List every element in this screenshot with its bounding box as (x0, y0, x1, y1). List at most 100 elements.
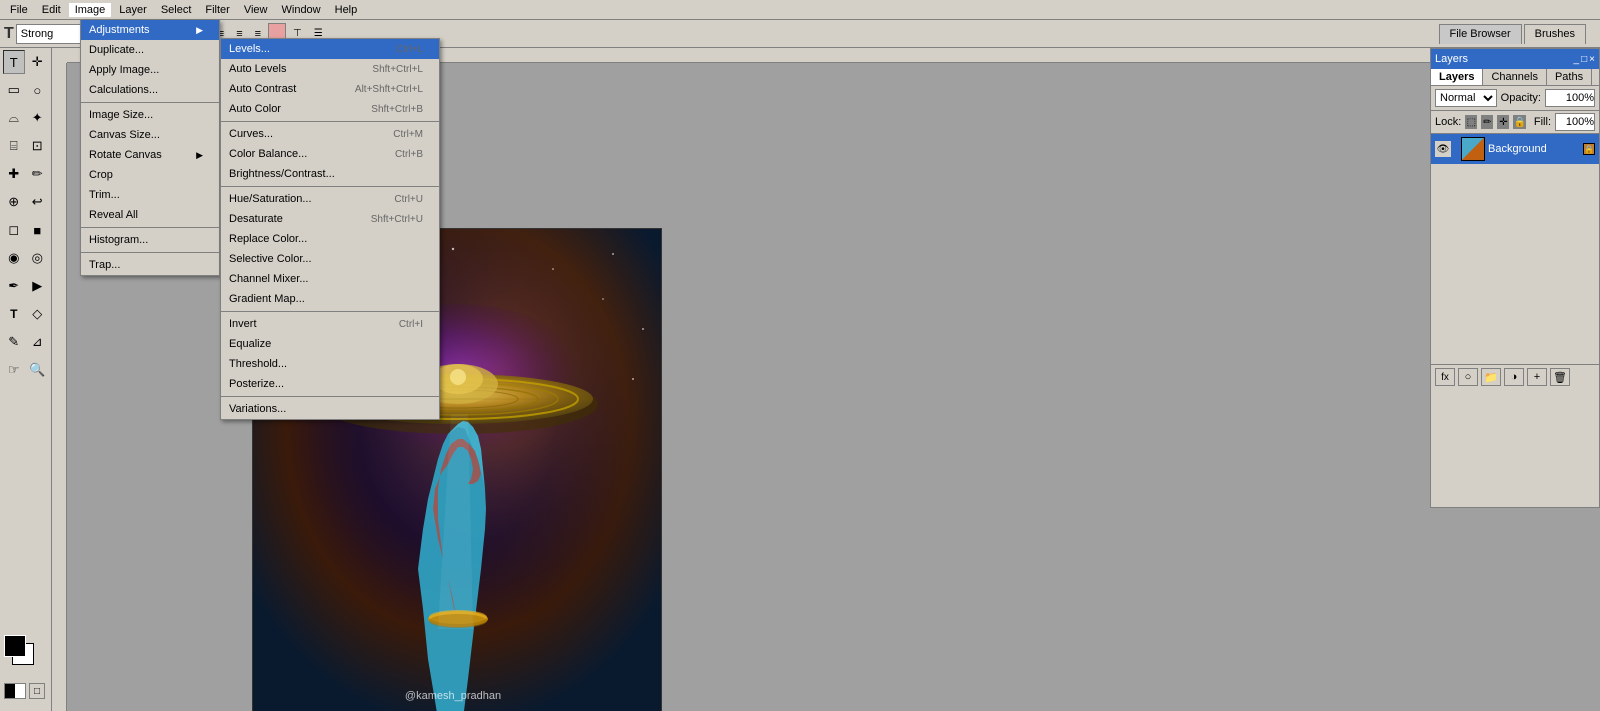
tab-file-browser[interactable]: File Browser (1439, 24, 1522, 44)
tool-gradient[interactable]: ■ (27, 218, 49, 242)
tab-brushes[interactable]: Brushes (1524, 24, 1586, 44)
ruler-vertical (52, 48, 67, 711)
new-group-btn[interactable]: 📁 (1481, 368, 1501, 386)
menu-adjustments[interactable]: Adjustments (81, 20, 219, 40)
sep-2 (81, 227, 219, 228)
menu-view[interactable]: View (238, 3, 274, 17)
fill-input[interactable] (1555, 113, 1595, 131)
menu-image-size[interactable]: Image Size... (81, 105, 219, 125)
tool-shape[interactable]: ◇ (27, 302, 49, 326)
menu-image[interactable]: Image (69, 3, 112, 17)
sep-3 (81, 252, 219, 253)
tool-eyedropper[interactable]: ⊿ (27, 330, 49, 354)
add-style-btn[interactable]: fx (1435, 368, 1455, 386)
submenu-selective-color[interactable]: Selective Color... (221, 249, 439, 269)
menu-file[interactable]: File (4, 3, 34, 17)
tool-blur[interactable]: ◉ (3, 246, 25, 270)
submenu-curves[interactable]: Curves... Ctrl+M (221, 124, 439, 144)
ruler-corner (52, 48, 67, 63)
submenu-hue-saturation[interactable]: Hue/Saturation... Ctrl+U (221, 189, 439, 209)
tool-path-select[interactable]: ▶ (27, 274, 49, 298)
add-mask-btn[interactable]: ○ (1458, 368, 1478, 386)
tool-dodge[interactable]: ◎ (27, 246, 49, 270)
menu-edit[interactable]: Edit (36, 3, 67, 17)
lock-position-btn[interactable]: ✛ (1497, 115, 1509, 129)
tool-slice[interactable]: ⊡ (27, 134, 49, 158)
blend-mode-select[interactable]: Normal (1435, 89, 1497, 107)
submenu-desaturate[interactable]: Desaturate Shft+Ctrl+U (221, 209, 439, 229)
submenu-auto-color[interactable]: Auto Color Shft+Ctrl+B (221, 99, 439, 119)
tool-lasso[interactable]: ⌓ (3, 106, 25, 130)
menu-duplicate[interactable]: Duplicate... (81, 40, 219, 60)
submenu-variations[interactable]: Variations... (221, 399, 439, 419)
layer-background-row[interactable]: 👁 Background 🔒 (1431, 134, 1599, 164)
delete-layer-btn[interactable]: 🗑 (1550, 368, 1570, 386)
layers-panel: Layers _ □ × Layers Channels Paths Norma… (1430, 48, 1600, 508)
tool-brush[interactable]: ✏ (27, 162, 49, 186)
tab-paths[interactable]: Paths (1547, 69, 1592, 85)
submenu-replace-color[interactable]: Replace Color... (221, 229, 439, 249)
lock-all-btn[interactable]: 🔒 (1513, 115, 1525, 129)
menu-help[interactable]: Help (329, 3, 364, 17)
tool-marquee-rect[interactable]: ▭ (3, 78, 25, 102)
submenu-brightness-contrast[interactable]: Brightness/Contrast... (221, 164, 439, 184)
tab-layers[interactable]: Layers (1431, 69, 1483, 85)
submenu-auto-levels[interactable]: Auto Levels Shft+Ctrl+L (221, 59, 439, 79)
layers-panel-maximize[interactable]: □ (1581, 54, 1587, 65)
tool-eraser[interactable]: ◻ (3, 218, 25, 242)
image-dropdown-menu: Adjustments Duplicate... Apply Image... … (80, 20, 220, 276)
tool-history-brush[interactable]: ↩ (27, 190, 49, 214)
lock-label: Lock: (1435, 116, 1461, 128)
tab-channels[interactable]: Channels (1483, 69, 1546, 85)
layers-panel-minimize[interactable]: _ (1574, 54, 1580, 65)
lock-row: Lock: ⬚ ✏ ✛ 🔒 Fill: (1431, 111, 1599, 134)
adjustment-layer-btn[interactable]: ◑ (1504, 368, 1524, 386)
foreground-color-swatch[interactable] (4, 635, 26, 657)
menu-apply-image[interactable]: Apply Image... (81, 60, 219, 80)
tool-clone[interactable]: ⊕ (3, 190, 25, 214)
menu-histogram[interactable]: Histogram... (81, 230, 219, 250)
tool-magic-wand[interactable]: ✦ (27, 106, 49, 130)
menu-rotate-canvas[interactable]: Rotate Canvas (81, 145, 219, 165)
layers-panel-close[interactable]: × (1589, 54, 1595, 65)
tool-heal[interactable]: ✚ (3, 162, 25, 186)
new-layer-btn[interactable]: + (1527, 368, 1547, 386)
blend-mode-row: Normal Opacity: (1431, 86, 1599, 111)
submenu-channel-mixer[interactable]: Channel Mixer... (221, 269, 439, 289)
submenu-auto-contrast[interactable]: Auto Contrast Alt+Shft+Ctrl+L (221, 79, 439, 99)
tool-text[interactable]: T (3, 50, 25, 74)
tool-type[interactable]: T (3, 302, 25, 326)
tool-move[interactable]: ✛ (27, 50, 49, 74)
tool-hand[interactable]: ☞ (3, 358, 25, 382)
menu-window[interactable]: Window (276, 3, 327, 17)
submenu-posterize[interactable]: Posterize... (221, 374, 439, 394)
opacity-input[interactable] (1545, 89, 1595, 107)
menu-reveal-all[interactable]: Reveal All (81, 205, 219, 225)
menu-trim[interactable]: Trim... (81, 185, 219, 205)
layers-panel-tabs: Layers Channels Paths (1431, 69, 1599, 86)
tool-marquee-ellipse[interactable]: ○ (27, 78, 49, 102)
layer-visibility-toggle[interactable]: 👁 (1435, 141, 1451, 157)
tool-crop[interactable]: ⌸ (3, 134, 25, 158)
quick-mask-btn[interactable] (4, 683, 26, 699)
menu-crop[interactable]: Crop (81, 165, 219, 185)
menu-calculations[interactable]: Calculations... (81, 80, 219, 100)
submenu-threshold[interactable]: Threshold... (221, 354, 439, 374)
screen-mode-btn[interactable]: □ (29, 683, 45, 699)
tool-pen[interactable]: ✒ (3, 274, 25, 298)
lock-image-btn[interactable]: ✏ (1481, 115, 1493, 129)
tool-notes[interactable]: ✎ (3, 330, 25, 354)
tool-zoom[interactable]: 🔍 (27, 358, 49, 382)
menu-select[interactable]: Select (155, 3, 198, 17)
menu-filter[interactable]: Filter (199, 3, 235, 17)
submenu-equalize[interactable]: Equalize (221, 334, 439, 354)
submenu-invert[interactable]: Invert Ctrl+I (221, 314, 439, 334)
menu-trap[interactable]: Trap... (81, 255, 219, 275)
menu-layer[interactable]: Layer (113, 3, 153, 17)
submenu-levels[interactable]: Levels... Ctrl+L (221, 39, 439, 59)
submenu-color-balance[interactable]: Color Balance... Ctrl+B (221, 144, 439, 164)
lock-transparent-btn[interactable]: ⬚ (1465, 115, 1477, 129)
menu-canvas-size[interactable]: Canvas Size... (81, 125, 219, 145)
adj-sep-3 (221, 311, 439, 312)
submenu-gradient-map[interactable]: Gradient Map... (221, 289, 439, 309)
